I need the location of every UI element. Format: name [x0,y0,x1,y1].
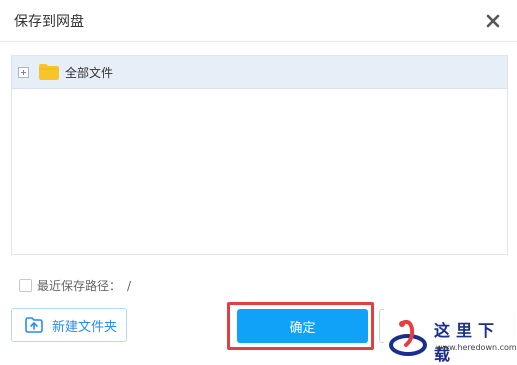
dialog-title: 保存到网盘 [14,14,84,30]
tree-item-label: 全部文件 [65,65,114,80]
recent-path-label: 最近保存路径： [37,279,122,293]
confirm-button[interactable]: 确定 [237,309,368,343]
dialog-header: 保存到网盘 [0,0,517,42]
folder-icon [39,64,59,80]
folder-tree[interactable]: 全部文件 [11,55,508,255]
watermark-text: 这里下载 [434,321,501,364]
recent-path-checkbox[interactable] [19,279,32,292]
watermark-logo-icon [389,319,427,356]
recent-path-option: 最近保存路径： / [19,277,131,294]
new-folder-label: 新建文件夹 [52,319,118,335]
plus-box-icon[interactable] [18,66,29,78]
tree-item-all-files[interactable]: 全部文件 [12,56,507,89]
close-icon-glyph [486,14,500,28]
close-icon[interactable] [483,11,503,31]
recent-path-value: / [127,278,132,293]
watermark: 这里下载 www.heredown.com [384,309,517,364]
new-folder-icon [25,317,43,333]
new-folder-button[interactable]: 新建文件夹 [11,308,127,342]
save-to-netdisk-dialog: 保存到网盘 全部文件 最近保存路径： / 新建文件夹 确定 取消 [0,0,517,364]
watermark-url: www.heredown.com [436,343,517,352]
